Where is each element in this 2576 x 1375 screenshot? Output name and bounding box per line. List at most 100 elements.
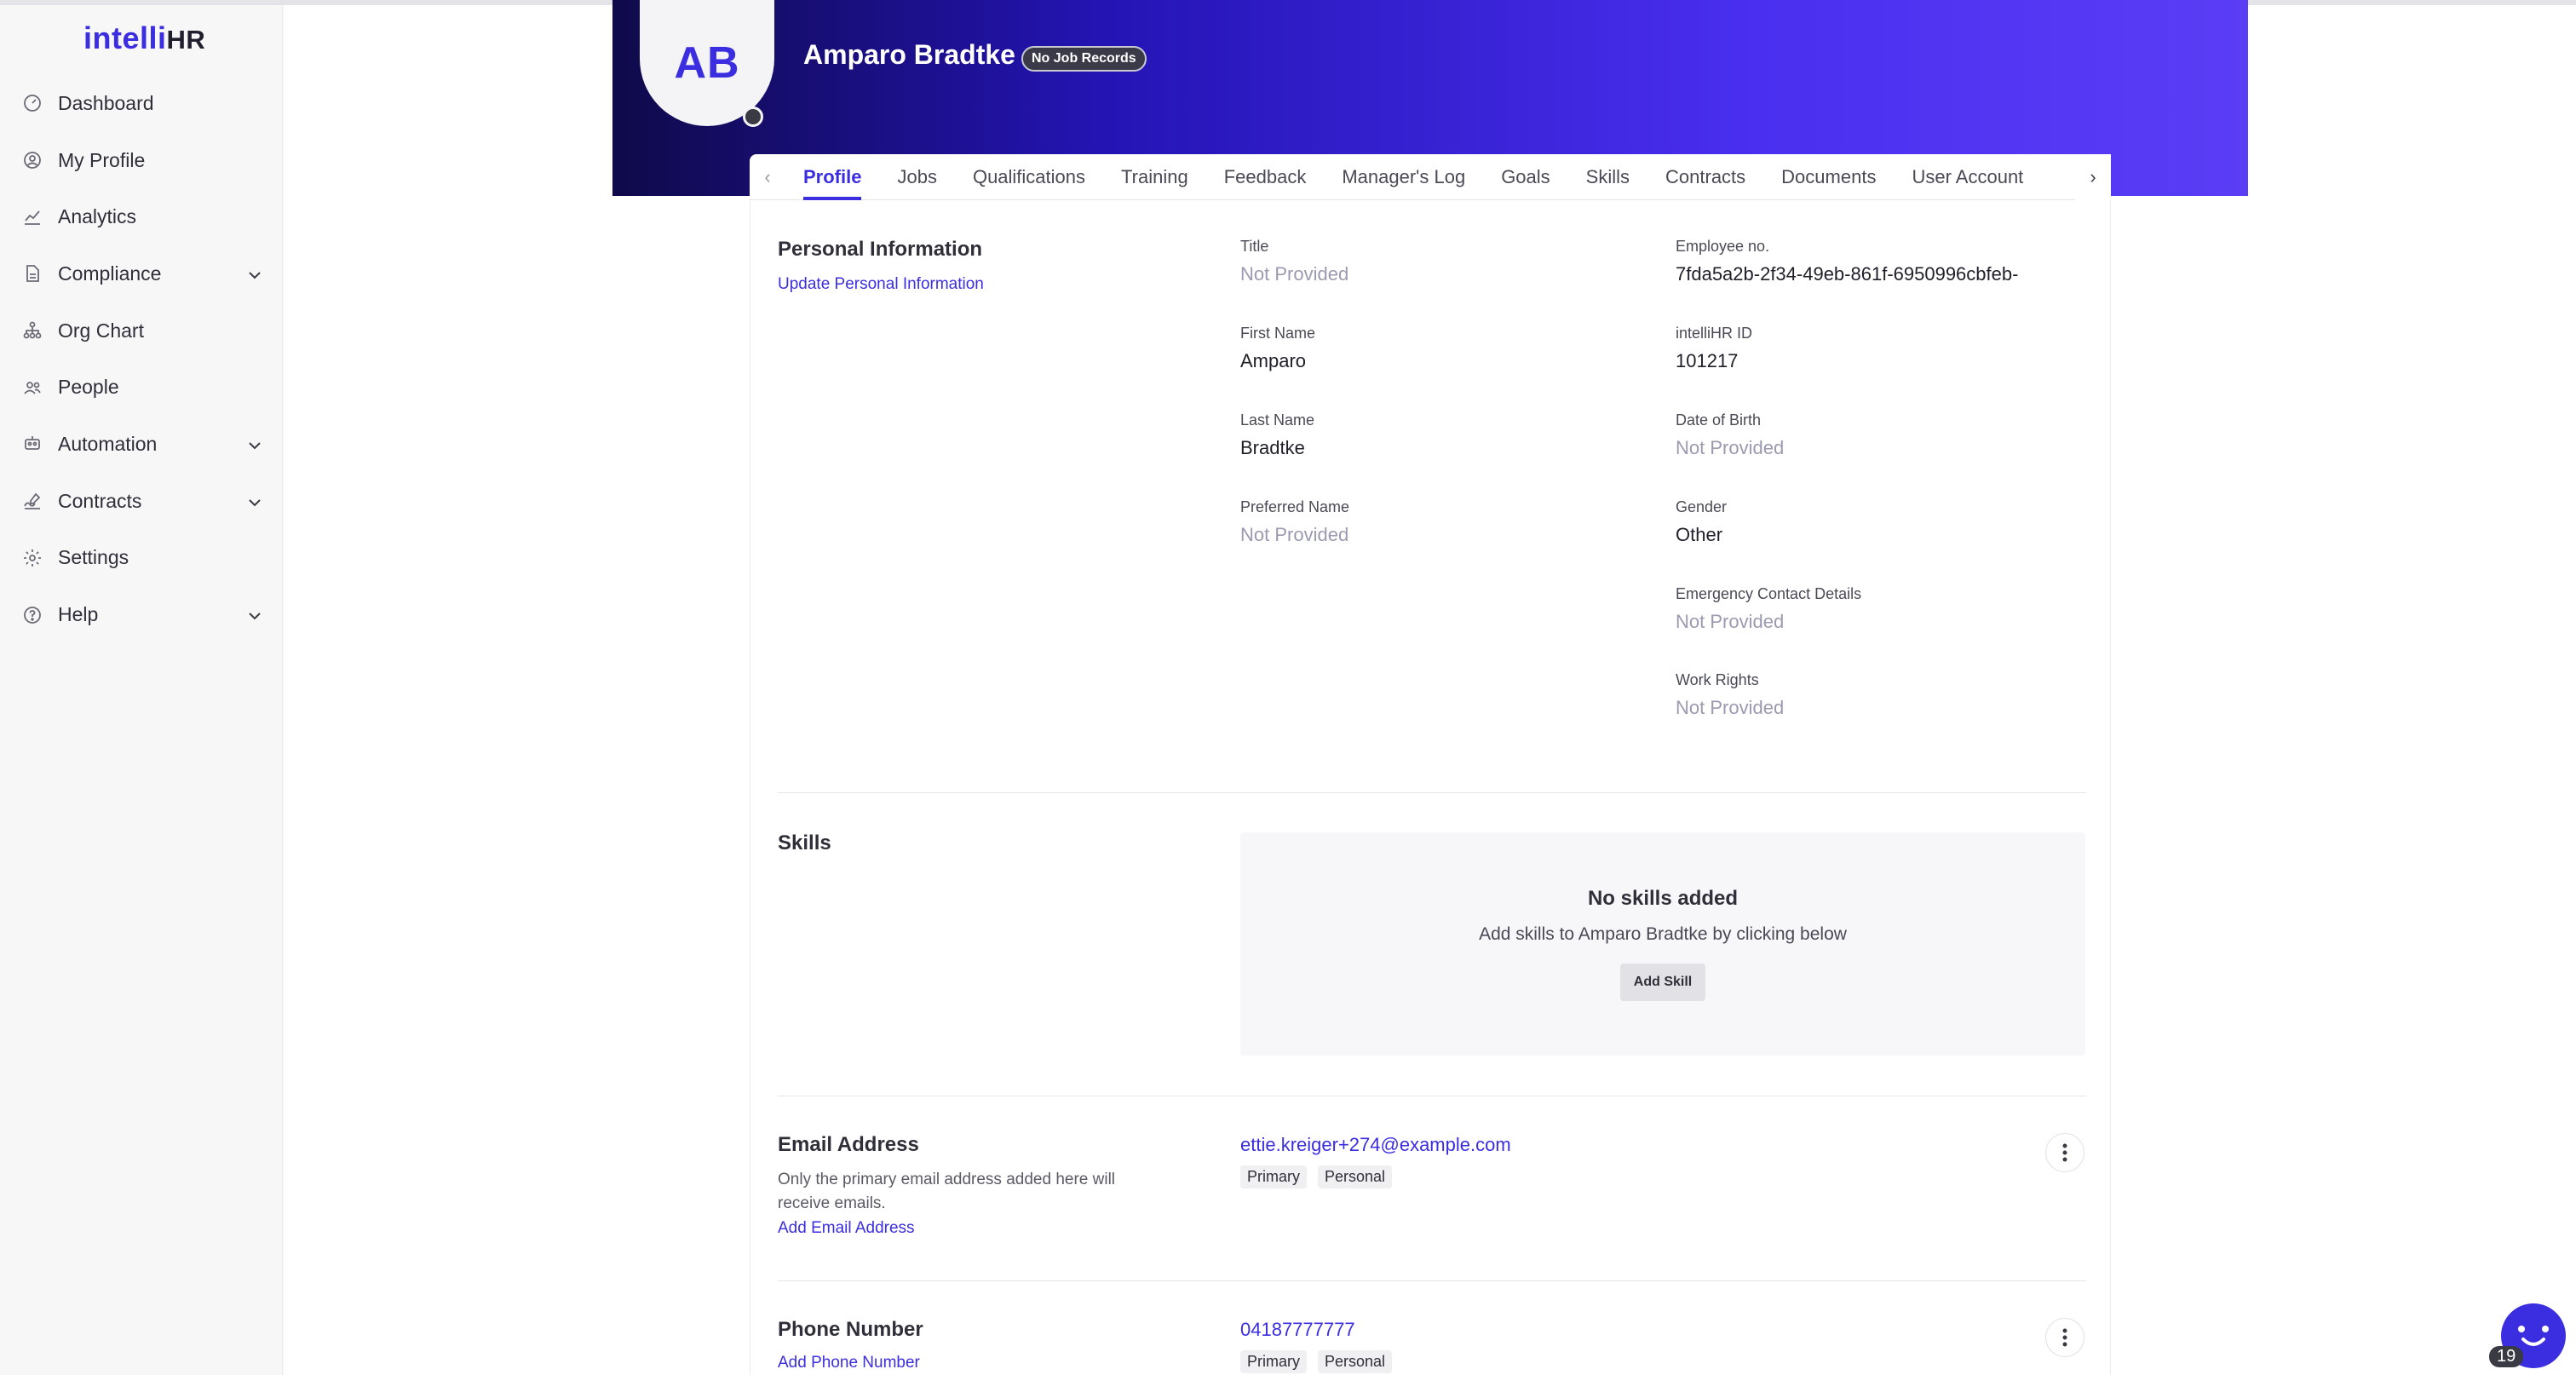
sidebar-item-automation[interactable]: Automation <box>0 416 283 473</box>
status-badge: No Job Records <box>1021 46 1147 72</box>
date-of-birth-value: Not Provided <box>1676 437 1785 458</box>
profile-card: Personal Information Update Personal Inf… <box>750 200 2111 1375</box>
sidebar-item-label: Automation <box>58 432 158 455</box>
personal-info-title: Personal Information <box>778 238 983 261</box>
sidebar: intelliHR Dashboard My Profile Analytics Co… <box>0 5 283 1375</box>
skills-empty-state: No skills added Add skills to Amparo Bra… <box>1240 832 2085 1056</box>
profile-name: Amparo Bradtke <box>803 39 1015 70</box>
sidebar-item-label: My Profile <box>58 148 146 171</box>
gender-value: Other <box>1676 524 1723 545</box>
tab-profile[interactable]: Profile <box>785 154 879 200</box>
employee-no-value: 7fda5a2b-2f34-49eb-861f-6950996cbfeb- <box>1676 263 2019 285</box>
sidebar-item-contracts[interactable]: Contracts <box>0 473 283 530</box>
emergency-contact-details-label: Emergency Contact Details <box>1676 585 1862 602</box>
preferred-name-value: Not Provided <box>1240 524 1349 545</box>
chevron-down-icon[interactable] <box>245 266 264 285</box>
first-name-label: First Name <box>1240 325 1316 342</box>
automation-icon <box>22 434 43 454</box>
sidebar-nav: Dashboard My Profile Analytics Compliance Or… <box>0 75 283 643</box>
chat-unread-badge: 19 <box>2489 1346 2524 1367</box>
sidebar-item-org-chart[interactable]: Org Chart <box>0 302 283 360</box>
tab-jobs[interactable]: Jobs <box>879 154 954 200</box>
tab-user-account[interactable]: User Account <box>1894 154 2041 200</box>
sidebar-item-people[interactable]: People <box>0 359 283 416</box>
chevron-down-icon[interactable] <box>245 436 264 455</box>
title-value: Not Provided <box>1240 263 1349 285</box>
org-chart-icon <box>22 320 43 341</box>
email-helper-text: Only the primary email address added her… <box>778 1171 1116 1212</box>
tab-manager-s-log[interactable]: Manager's Log <box>1324 154 1483 200</box>
first-name-value: Amparo <box>1240 350 1307 371</box>
sidebar-item-settings[interactable]: Settings <box>0 530 283 587</box>
work-rights-label: Work Rights <box>1676 671 1759 688</box>
people-icon <box>22 377 43 398</box>
tab-scroll-left-icon[interactable]: ‹ <box>750 154 785 200</box>
add-email-link[interactable]: Add Email Address <box>778 1219 915 1238</box>
tab-feedback[interactable]: Feedback <box>1206 154 1325 200</box>
update-personal-info-link[interactable]: Update Personal Information <box>778 275 984 294</box>
no-skills-title: No skills added <box>1587 887 1739 910</box>
intellihr-logo[interactable]: intelliHR <box>83 20 205 56</box>
gear-icon <box>22 548 43 568</box>
skills-title: Skills <box>778 831 831 854</box>
date-of-birth-label: Date of Birth <box>1676 411 1762 429</box>
email-more-options-icon[interactable] <box>2045 1133 2084 1172</box>
last-name-label: Last Name <box>1240 411 1315 429</box>
chevron-down-icon[interactable] <box>245 607 264 625</box>
document-icon <box>22 263 43 284</box>
sidebar-item-label: Org Chart <box>58 319 144 342</box>
tab-list: Profile Jobs Qualifications Training Feedbac… <box>785 154 2080 200</box>
title-label: Title <box>1240 238 1269 255</box>
divider <box>778 792 2086 793</box>
phone-title: Phone Number <box>778 1318 923 1341</box>
phone-value[interactable]: 04187777777 <box>1240 1319 1355 1341</box>
sidebar-item-my-profile[interactable]: My Profile <box>0 132 283 189</box>
sidebar-item-label: Dashboard <box>58 91 154 114</box>
preferred-name-label: Preferred Name <box>1240 498 1350 515</box>
tab-scroll-right-icon[interactable]: › <box>2075 153 2111 200</box>
sidebar-item-label: Analytics <box>58 205 137 228</box>
emergency-contact-details-value: Not Provided <box>1676 611 1785 632</box>
sidebar-item-analytics[interactable]: Analytics <box>0 188 283 245</box>
help-icon <box>22 605 43 625</box>
sidebar-item-help[interactable]: Help <box>0 586 283 643</box>
gender-label: Gender <box>1676 498 1728 515</box>
chevron-down-icon[interactable] <box>245 493 264 512</box>
sidebar-item-label: Settings <box>58 546 129 569</box>
tab-documents[interactable]: Documents <box>1763 154 1894 200</box>
intellihr-id-label: intelliHR ID <box>1676 325 1753 342</box>
profile-tabs: ‹ Profile Jobs Qualifications Training Feedb… <box>750 153 2111 200</box>
intellihr-id-value: 101217 <box>1676 350 1739 371</box>
phone-tag-primary: Primary <box>1240 1350 1307 1373</box>
user-circle-icon <box>22 150 43 170</box>
dashboard-icon <box>22 93 43 113</box>
add-phone-link[interactable]: Add Phone Number <box>778 1354 920 1372</box>
phone-more-options-icon[interactable] <box>2045 1318 2084 1357</box>
tab-training[interactable]: Training <box>1103 154 1206 200</box>
sidebar-item-compliance[interactable]: Compliance <box>0 245 283 302</box>
avatar-status-dot <box>743 106 763 127</box>
email-value[interactable]: ettie.kreiger+274@example.com <box>1240 1134 1511 1156</box>
divider <box>778 1280 2086 1281</box>
phone-tag-personal: Personal <box>1318 1350 1393 1373</box>
tab-contracts[interactable]: Contracts <box>1647 154 1763 200</box>
sidebar-item-dashboard[interactable]: Dashboard <box>0 75 283 132</box>
tab-skills[interactable]: Skills <box>1568 154 1647 200</box>
tab-qualifications[interactable]: Qualifications <box>955 154 1103 200</box>
add-skill-button[interactable]: Add Skill <box>1620 964 1705 1001</box>
employee-no-label: Employee no. <box>1676 238 1770 255</box>
analytics-icon <box>22 207 43 227</box>
email-tag-primary: Primary <box>1240 1165 1307 1188</box>
contract-icon <box>22 491 43 511</box>
sidebar-item-label: Compliance <box>58 262 162 285</box>
work-rights-value: Not Provided <box>1676 697 1785 718</box>
last-name-value: Bradtke <box>1240 437 1305 458</box>
sidebar-item-label: Help <box>58 603 99 626</box>
email-tag-personal: Personal <box>1318 1165 1393 1188</box>
sidebar-item-label: Contracts <box>58 489 142 512</box>
tab-goals[interactable]: Goals <box>1483 154 1567 200</box>
sidebar-item-label: People <box>58 376 119 399</box>
avatar-initials: AB <box>674 38 740 88</box>
email-title: Email Address <box>778 1133 919 1156</box>
no-skills-subtitle: Add skills to Amparo Bradtke by clicking… <box>1479 924 1847 944</box>
